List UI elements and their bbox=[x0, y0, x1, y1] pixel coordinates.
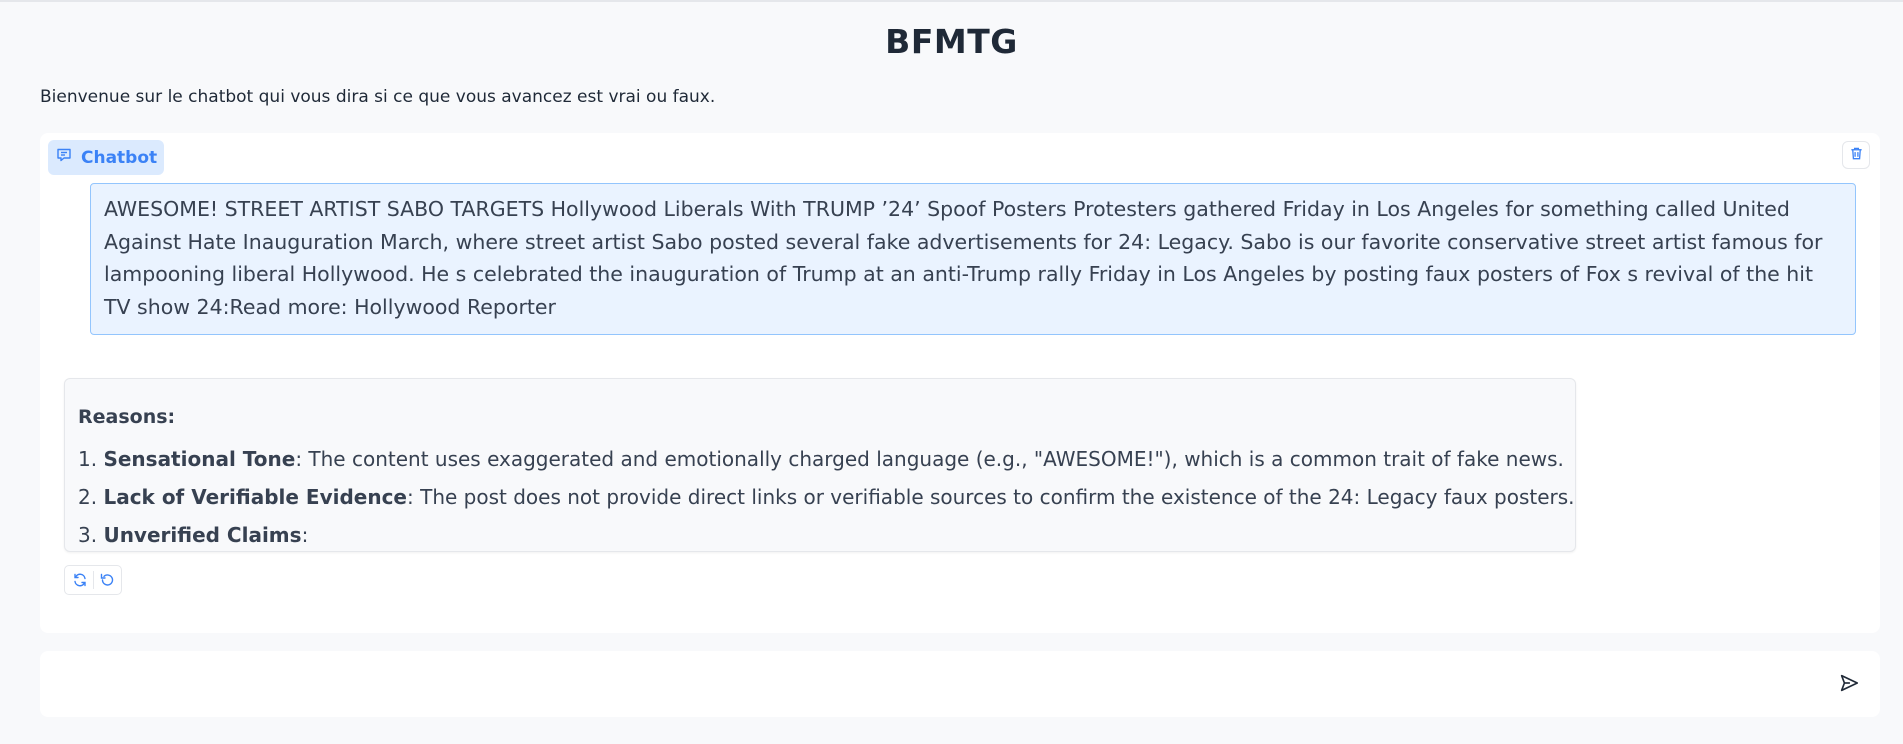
retry-button[interactable] bbox=[72, 572, 88, 588]
top-divider bbox=[0, 0, 1903, 2]
message-input[interactable] bbox=[58, 663, 1798, 705]
undo-icon bbox=[100, 573, 113, 586]
page-description: Bienvenue sur le chatbot qui vous dira s… bbox=[40, 87, 716, 107]
undo-button[interactable] bbox=[99, 572, 115, 588]
action-divider bbox=[92, 571, 94, 589]
reasons-list: 1. Sensational Tone: The content uses ex… bbox=[78, 440, 1575, 551]
refresh-icon bbox=[73, 573, 86, 587]
list-item: 2. Lack of Verifiable Evidence: The post… bbox=[78, 485, 1575, 509]
user-message: AWESOME! STREET ARTIST SABO TARGETS Holl… bbox=[90, 183, 1856, 335]
reasons-heading: Reasons: bbox=[78, 406, 176, 428]
send-icon bbox=[1838, 672, 1860, 697]
list-item: 3. Unverified Claims: bbox=[78, 523, 309, 547]
chatbot-label: Chatbot bbox=[48, 140, 164, 175]
chatbot-panel: Chatbot AWESOME! STREET ARTIST SABO TARG… bbox=[40, 133, 1880, 633]
page-title: BFMTG bbox=[885, 22, 1018, 61]
message-actions bbox=[64, 565, 122, 595]
trash-icon bbox=[1849, 146, 1864, 164]
send-button[interactable] bbox=[1836, 671, 1862, 697]
clear-chat-button[interactable] bbox=[1842, 141, 1870, 169]
message-input-bar bbox=[40, 651, 1880, 717]
chatbot-label-text: Chatbot bbox=[81, 147, 158, 168]
list-item: 1. Sensational Tone: The content uses ex… bbox=[78, 447, 1564, 471]
bot-message: Reasons: 1. Sensational Tone: The conten… bbox=[64, 378, 1576, 552]
chat-icon bbox=[56, 147, 72, 168]
